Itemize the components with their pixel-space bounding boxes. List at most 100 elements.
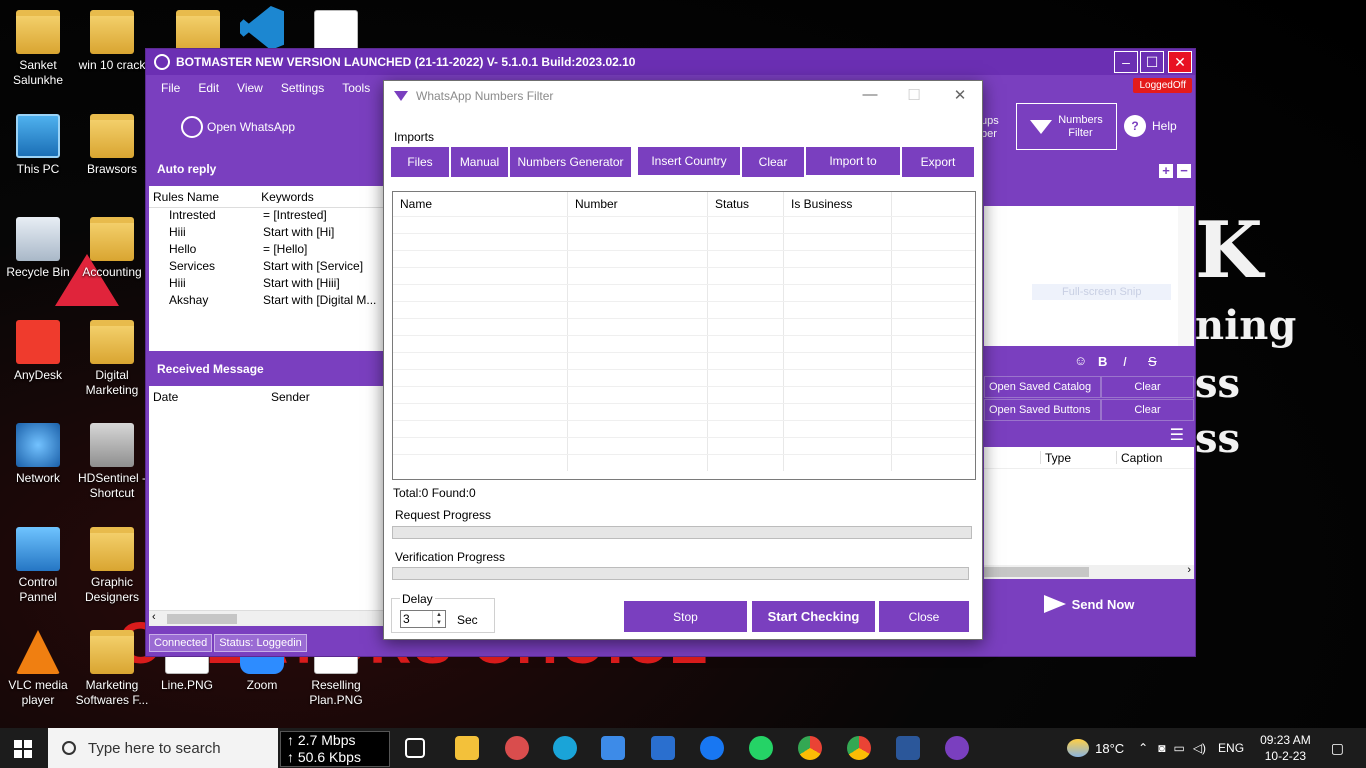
grid-row[interactable] [393,454,975,471]
store-icon[interactable] [601,736,625,760]
is-business-column-header[interactable]: Is Business [784,192,892,216]
clock[interactable]: 09:23 AM 10-2-23 [1260,732,1311,764]
rule-row[interactable]: Hello = [Hello] [149,242,383,259]
bold-button[interactable]: B [1098,354,1107,369]
menu-settings[interactable]: Settings [281,81,324,95]
send-now-button[interactable]: Send Now [984,584,1194,624]
desktop-icon-network[interactable]: Network [0,423,76,486]
rule-row[interactable]: Akshay Start with [Digital M... [149,293,383,310]
desktop-icon-this-pc[interactable]: This PC [0,114,76,177]
add-icon[interactable]: + [1159,164,1173,178]
rule-row[interactable]: Hiii Start with [Hiii] [149,276,383,293]
chrome-icon[interactable] [798,736,822,760]
import-files-button[interactable]: Files [391,147,449,177]
close-button[interactable]: ✕ [1168,51,1192,73]
open-whatsapp-button[interactable]: Open WhatsApp [181,116,295,138]
desktop-icon-user-folder[interactable]: Sanket Salunkhe [0,10,76,88]
grid-row[interactable] [393,403,975,420]
desktop-icon-win10-crack[interactable]: win 10 crack [74,10,150,73]
menu-tools[interactable]: Tools [342,81,370,95]
notification-icon[interactable]: ▢ [1331,740,1344,757]
clear-catalog-button[interactable]: Clear [1101,376,1194,398]
number-column-header[interactable]: Number [568,192,708,216]
italic-button[interactable]: I [1123,354,1127,369]
start-checking-button[interactable]: Start Checking [752,601,875,632]
weather-temp[interactable]: 18°C [1095,741,1124,756]
rule-row[interactable]: Intrested = [Intrested] [149,208,383,225]
facebook-icon[interactable] [700,736,724,760]
maximize-button[interactable]: ☐ [1140,51,1164,73]
grid-row[interactable] [393,250,975,267]
rule-row[interactable]: Services Start with [Service] [149,259,383,276]
emoji-icon[interactable]: ☺ [1074,353,1087,368]
name-column-header[interactable]: Name [393,192,568,216]
dialog-minimize-button[interactable]: — [856,86,884,103]
grid-row[interactable] [393,386,975,403]
help-button[interactable]: ? Help [1124,115,1177,137]
grid-row[interactable] [393,369,975,386]
grid-row[interactable] [393,352,975,369]
open-saved-buttons-button[interactable]: Open Saved Buttons [984,399,1101,421]
clear-button[interactable]: Clear [742,147,804,177]
whatsapp-icon[interactable] [749,736,773,760]
desktop-icon-control-panel[interactable]: Control Pannel [0,527,76,605]
menu-file[interactable]: File [161,81,180,95]
grid-row[interactable] [393,420,975,437]
status-column-header[interactable]: Status [708,192,784,216]
grid-row[interactable] [393,216,975,233]
groups-number-button[interactable]: ups ber [981,115,999,141]
grid-row[interactable] [393,318,975,335]
message-text-area[interactable]: Full-screen Snip [984,206,1194,346]
numbers-generator-button[interactable]: Numbers Generator [510,147,631,177]
chevron-up-icon[interactable]: ⌃ [1138,741,1148,755]
word-icon[interactable] [896,736,920,760]
language-indicator[interactable]: ENG [1218,741,1244,755]
dialog-maximize-button[interactable]: ☐ [900,86,928,104]
weather-icon[interactable] [1067,739,1090,757]
desktop-icon-graphic-designers[interactable]: Graphic Designers [74,527,150,605]
numbers-grid[interactable]: Name Number Status Is Business [392,191,976,480]
desktop-icon-recycle-bin[interactable]: Recycle Bin [0,217,76,280]
desktop-icon-accounting[interactable]: Accounting [74,217,150,280]
scrollbar-thumb[interactable] [984,567,1089,577]
scrollbar-thumb[interactable] [167,614,237,624]
desktop-icon-brawsors[interactable]: Brawsors [74,114,150,177]
taskbar-search[interactable]: Type here to search [48,728,278,768]
chrome-profile-icon[interactable] [847,736,871,760]
network-icon[interactable]: ▭ [1173,741,1184,755]
menu-view[interactable]: View [237,81,263,95]
grid-row[interactable] [393,284,975,301]
desktop-icon-vscode[interactable] [224,6,300,54]
rule-row[interactable]: Hiii Start with [Hi] [149,225,383,242]
desktop-icon-anydesk[interactable]: AnyDesk [0,320,76,383]
grid-row[interactable] [393,267,975,284]
grid-row[interactable] [393,437,975,454]
clear-buttons-button[interactable]: Clear [1101,399,1194,421]
desktop-icon-digital-marketing[interactable]: Digital Marketing [74,320,150,398]
dialog-close-button[interactable]: ✕ [946,86,974,104]
export-button[interactable]: Export [902,147,974,177]
strike-button[interactable]: S [1148,354,1157,369]
file-explorer-icon[interactable] [455,736,479,760]
menu-edit[interactable]: Edit [198,81,219,95]
desktop-icon-vlc[interactable]: VLC media player [0,630,76,708]
edge-icon[interactable] [553,736,577,760]
remove-icon[interactable]: − [1177,164,1191,178]
scroll-right-icon[interactable]: › [1187,564,1191,576]
vertical-scrollbar[interactable] [1178,206,1194,346]
desktop-icon-hdsentinel[interactable]: HDSentinel - Shortcut [74,423,150,501]
camera-icon[interactable]: ◙ [1158,741,1165,755]
desktop-icon-marketing-softwares[interactable]: Marketing Softwares F... [74,630,150,708]
import-to-button[interactable]: Import to [806,147,900,175]
app-titlebar[interactable]: BOTMASTER NEW VERSION LAUNCHED (21-11-20… [146,49,1195,75]
scroll-left-icon[interactable]: ‹ [152,611,156,623]
hamburger-menu-icon[interactable]: ☰ [1170,425,1184,445]
grid-row[interactable] [393,233,975,250]
volume-icon[interactable]: ◁) [1193,741,1206,755]
horizontal-scrollbar[interactable]: › [984,564,1194,579]
open-saved-catalog-button[interactable]: Open Saved Catalog [984,376,1101,398]
minimize-button[interactable]: – [1114,51,1138,73]
botmaster-taskbar-icon[interactable] [945,736,969,760]
numbers-filter-button[interactable]: Numbers Filter [1016,103,1117,150]
mail-icon[interactable] [651,736,675,760]
